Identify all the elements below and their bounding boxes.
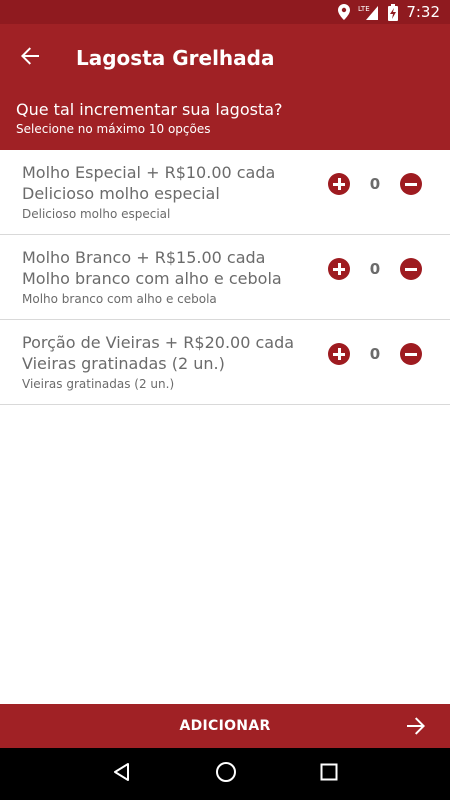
status-time: 7:32 [406,3,440,21]
quantity-stepper: 0 [328,258,422,280]
signal-icon: LTE [358,4,380,20]
minus-icon[interactable] [400,173,422,195]
add-button-label: ADICIONAR [179,718,271,734]
add-button[interactable]: ADICIONAR [0,704,450,748]
list-item: Porção de Vieiras + R$20.00 cada Vieiras… [0,320,450,405]
app-bar: Lagosta Grelhada [0,24,450,92]
battery-charging-icon [388,3,399,21]
location-icon [338,4,351,20]
plus-icon[interactable] [328,343,350,365]
options-list: Molho Especial + R$10.00 cada Delicioso … [0,150,450,405]
option-description: Molho branco com alho e cebola [22,292,217,306]
recents-square-icon[interactable] [320,763,338,785]
network-label: LTE [358,5,370,13]
status-bar: LTE 7:32 [0,0,450,24]
quantity-stepper: 0 [328,173,422,195]
quantity-value: 0 [369,175,381,193]
list-item: Molho Especial + R$10.00 cada Delicioso … [0,150,450,235]
home-circle-icon[interactable] [215,761,237,787]
options-header-subtitle: Selecione no máximo 10 opções [16,122,211,136]
options-header-title: Que tal incrementar sua lagosta? [16,100,283,119]
minus-icon[interactable] [400,343,422,365]
minus-icon[interactable] [400,258,422,280]
options-header: Que tal incrementar sua lagosta? Selecio… [0,92,450,150]
arrow-forward-icon [406,716,426,740]
system-nav-bar [0,748,450,800]
option-description: Delicioso molho especial [22,207,171,221]
arrow-back-icon [20,46,40,70]
page-title: Lagosta Grelhada [76,46,275,70]
quantity-value: 0 [369,260,381,278]
option-description: Vieiras gratinadas (2 un.) [22,377,175,391]
plus-icon[interactable] [328,173,350,195]
plus-icon[interactable] [328,258,350,280]
list-item: Molho Branco + R$15.00 cada Molho branco… [0,235,450,320]
quantity-value: 0 [369,345,381,363]
quantity-stepper: 0 [328,343,422,365]
back-triangle-icon[interactable] [112,762,132,786]
back-button[interactable] [0,24,62,92]
